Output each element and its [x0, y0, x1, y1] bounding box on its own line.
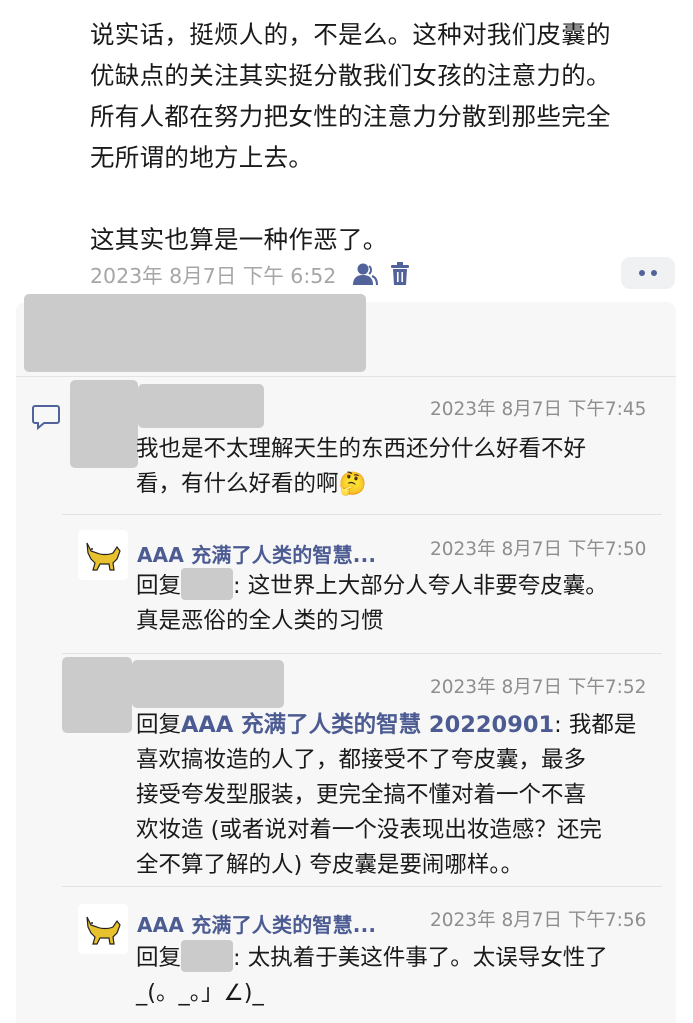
redacted-mention: [181, 940, 234, 972]
comment-text: 回复 : 太执着于美这件事了。太误导女性了 _(。_。」∠)_: [136, 940, 676, 1011]
redacted-avatar: [70, 380, 138, 468]
redacted-avatar: [62, 657, 132, 733]
redacted-username: [138, 384, 264, 428]
avatar[interactable]: [78, 904, 128, 954]
more-icon-dot: [651, 270, 657, 276]
divider: [62, 653, 662, 654]
comment-author[interactable]: AAA 充满了人类的智慧...: [137, 539, 376, 568]
divider: [16, 376, 676, 377]
comment-timestamp: 2023年 8月7日 下午7:56: [430, 910, 647, 931]
kaomoji-text: _(。_。」∠)_: [136, 980, 264, 1006]
redacted-block: [24, 294, 366, 372]
comment-timestamp: 2023年 8月7日 下午7:45: [430, 399, 647, 420]
post-text: 说实话，挺烦人的，不是么。这种对我们皮囊的 优缺点的关注其实挺分散我们女孩的注意…: [90, 20, 611, 254]
divider: [62, 886, 662, 887]
cat-avatar-icon: [86, 542, 121, 571]
comment-timestamp: 2023年 8月7日 下午7:50: [430, 539, 647, 560]
reply-prefix: 回复: [136, 712, 182, 738]
comment-timestamp: 2023年 8月7日 下午7:52: [430, 677, 647, 698]
cat-avatar-icon: [86, 916, 121, 945]
avatar[interactable]: [78, 530, 128, 580]
redacted-username: [132, 660, 284, 708]
reply-text: : 这世界上大部分人夸人非要夸皮囊。: [233, 573, 608, 599]
reply-prefix: 回复: [136, 945, 182, 971]
user-icon[interactable]: [352, 262, 379, 286]
comment-text: 我也是不太理解天生的东西还分什么好看不好 看，有什么好看的啊🤔: [136, 432, 666, 502]
reply-prefix: 回复: [136, 573, 182, 599]
more-options-button[interactable]: [621, 257, 675, 289]
post-meta: 2023年 8月7日 下午 6:52: [90, 258, 410, 290]
post-timestamp: 2023年 8月7日 下午 6:52: [90, 264, 337, 288]
thinking-face-emoji: 🤔: [338, 471, 367, 497]
reply-text: : 我都是: [554, 712, 637, 738]
trash-icon[interactable]: [390, 262, 410, 286]
mention-link[interactable]: AAA 充满了人类的智慧 20220901: [181, 712, 554, 738]
reply-text: 喜欢搞妆造的人了，都接受不了夸皮囊，最多 接受夸发型服装，更完全搞不懂对着一个不…: [136, 747, 602, 878]
comment-author[interactable]: AAA 充满了人类的智慧...: [137, 909, 376, 938]
comment-text: 回复AAA 充满了人类的智慧 20220901: 我都是 喜欢搞妆造的人了，都接…: [136, 708, 676, 883]
comment-text: 回复 : 这世界上大部分人夸人非要夸皮囊。 真是恶俗的全人类的习惯: [136, 568, 676, 639]
redacted-mention: [181, 568, 234, 600]
reply-text: : 太执着于美这件事了。太误导女性了: [233, 945, 608, 971]
comment-icon: [32, 404, 60, 434]
divider: [62, 514, 662, 515]
reply-text: 真是恶俗的全人类的习惯: [136, 608, 384, 634]
more-icon: [639, 270, 645, 276]
